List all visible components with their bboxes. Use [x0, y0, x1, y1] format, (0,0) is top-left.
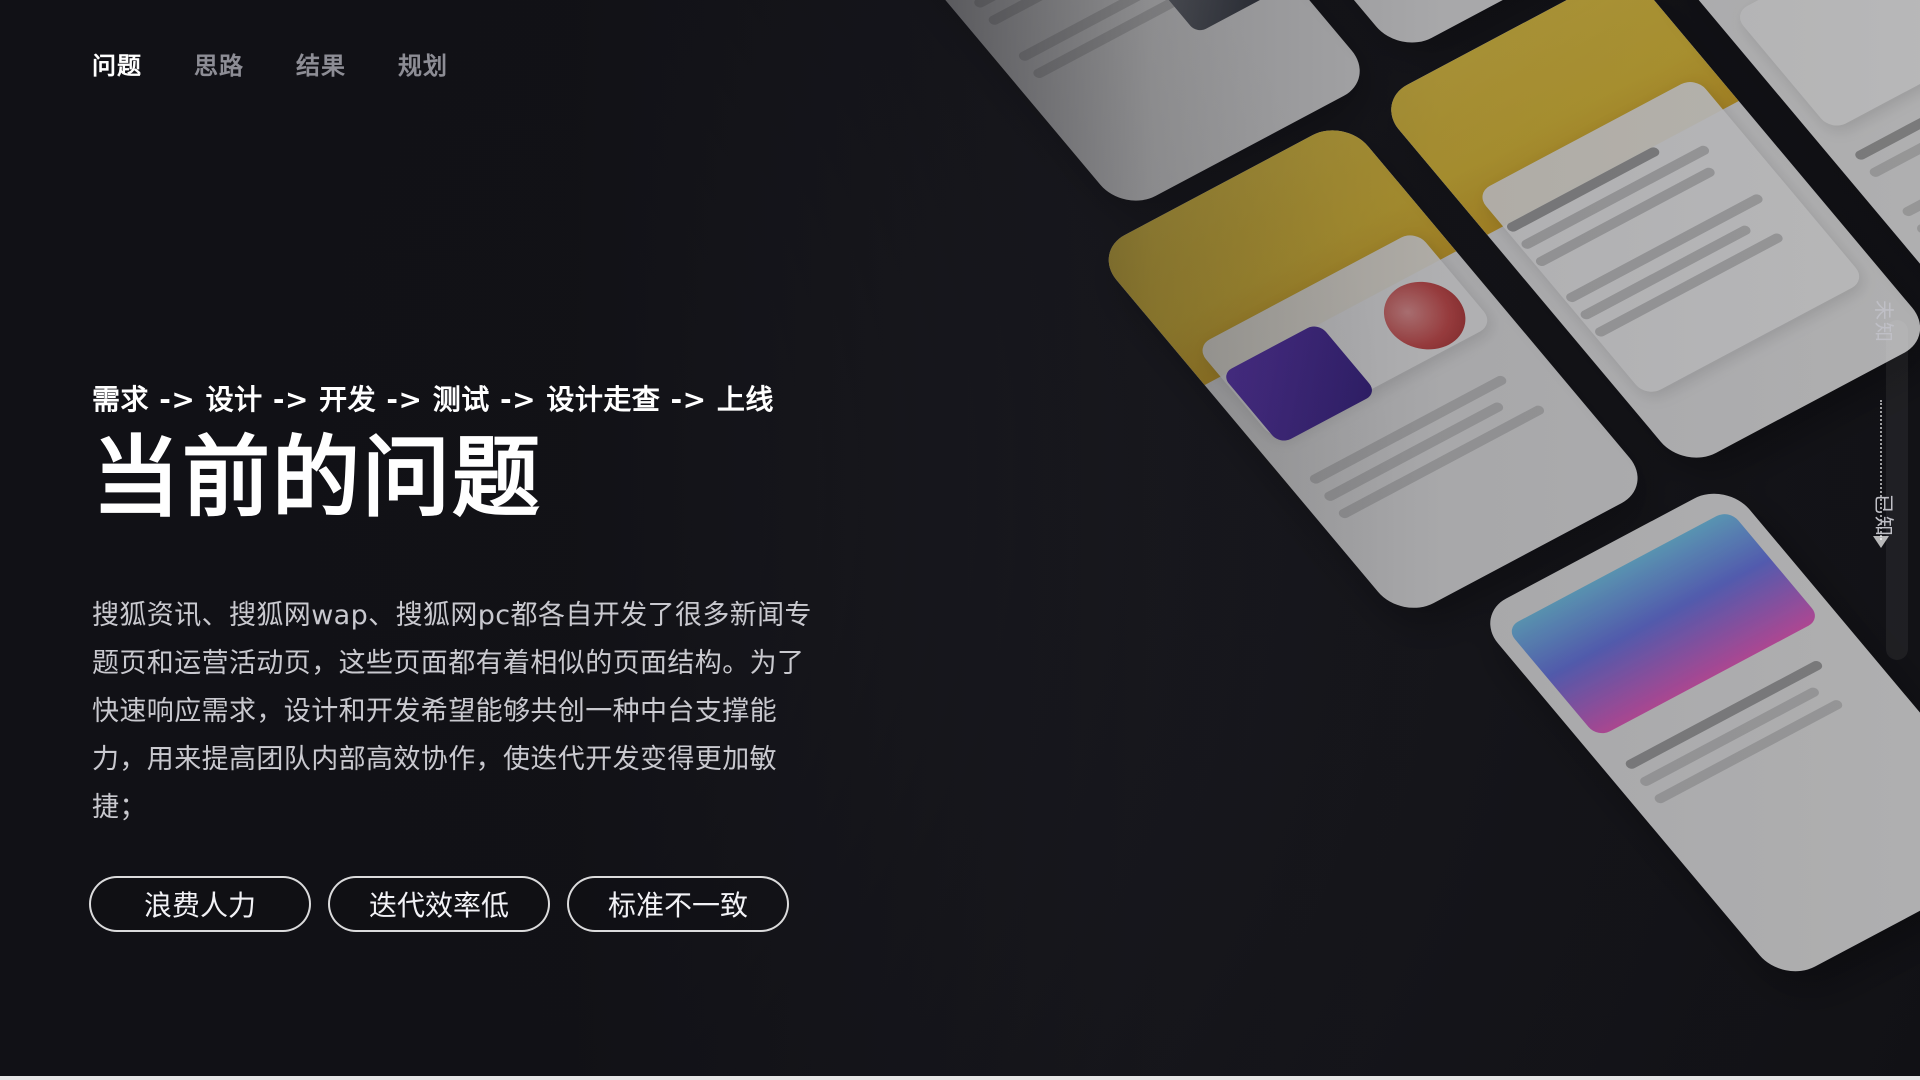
problem-description: 搜狐资讯、搜狐网wap、搜狐网pc都各自开发了很多新闻专题页和运营活动页，这些页…	[92, 600, 812, 823]
phone-collage	[760, 0, 1920, 1015]
side-label-known: 已知	[1872, 494, 1896, 538]
nav-item-plan[interactable]: 规划	[398, 46, 448, 81]
nav-item-results[interactable]: 结果	[296, 46, 346, 81]
side-rail	[1886, 320, 1908, 660]
nav-item-problem[interactable]: 问题	[92, 46, 142, 81]
page-title: 当前的问题	[92, 426, 543, 529]
phone-text-line	[1322, 400, 1506, 503]
tag-waste-manpower[interactable]: 浪费人力	[89, 876, 311, 932]
side-label-unknown: 未知	[1872, 300, 1896, 344]
tag-low-iteration-efficiency[interactable]: 迭代效率低	[328, 876, 550, 932]
phone-text-line	[1336, 403, 1547, 520]
side-indicator: 未知 已知	[1838, 300, 1908, 660]
phone-text-line	[1652, 698, 1845, 805]
tag-inconsistent-standards[interactable]: 标准不一致	[567, 876, 789, 932]
process-flow: 需求 -> 设计 -> 开发 -> 测试 -> 设计走查 -> 上线	[92, 383, 774, 416]
phone-text-line	[1914, 147, 1920, 235]
nav-item-approach[interactable]: 思路	[194, 46, 244, 81]
problem-tags: 浪费人力 迭代效率低 标准不一致	[89, 876, 789, 932]
phone-card	[1733, 0, 1920, 131]
top-nav: 问题 思路 结果 规划	[92, 46, 448, 81]
slide: 问题 思路 结果 规划 需求 -> 设计 -> 开发 -> 测试 -> 设计走查…	[0, 0, 1920, 1080]
phone-hero-image	[1505, 509, 1822, 738]
bottom-edge	[0, 1076, 1920, 1080]
